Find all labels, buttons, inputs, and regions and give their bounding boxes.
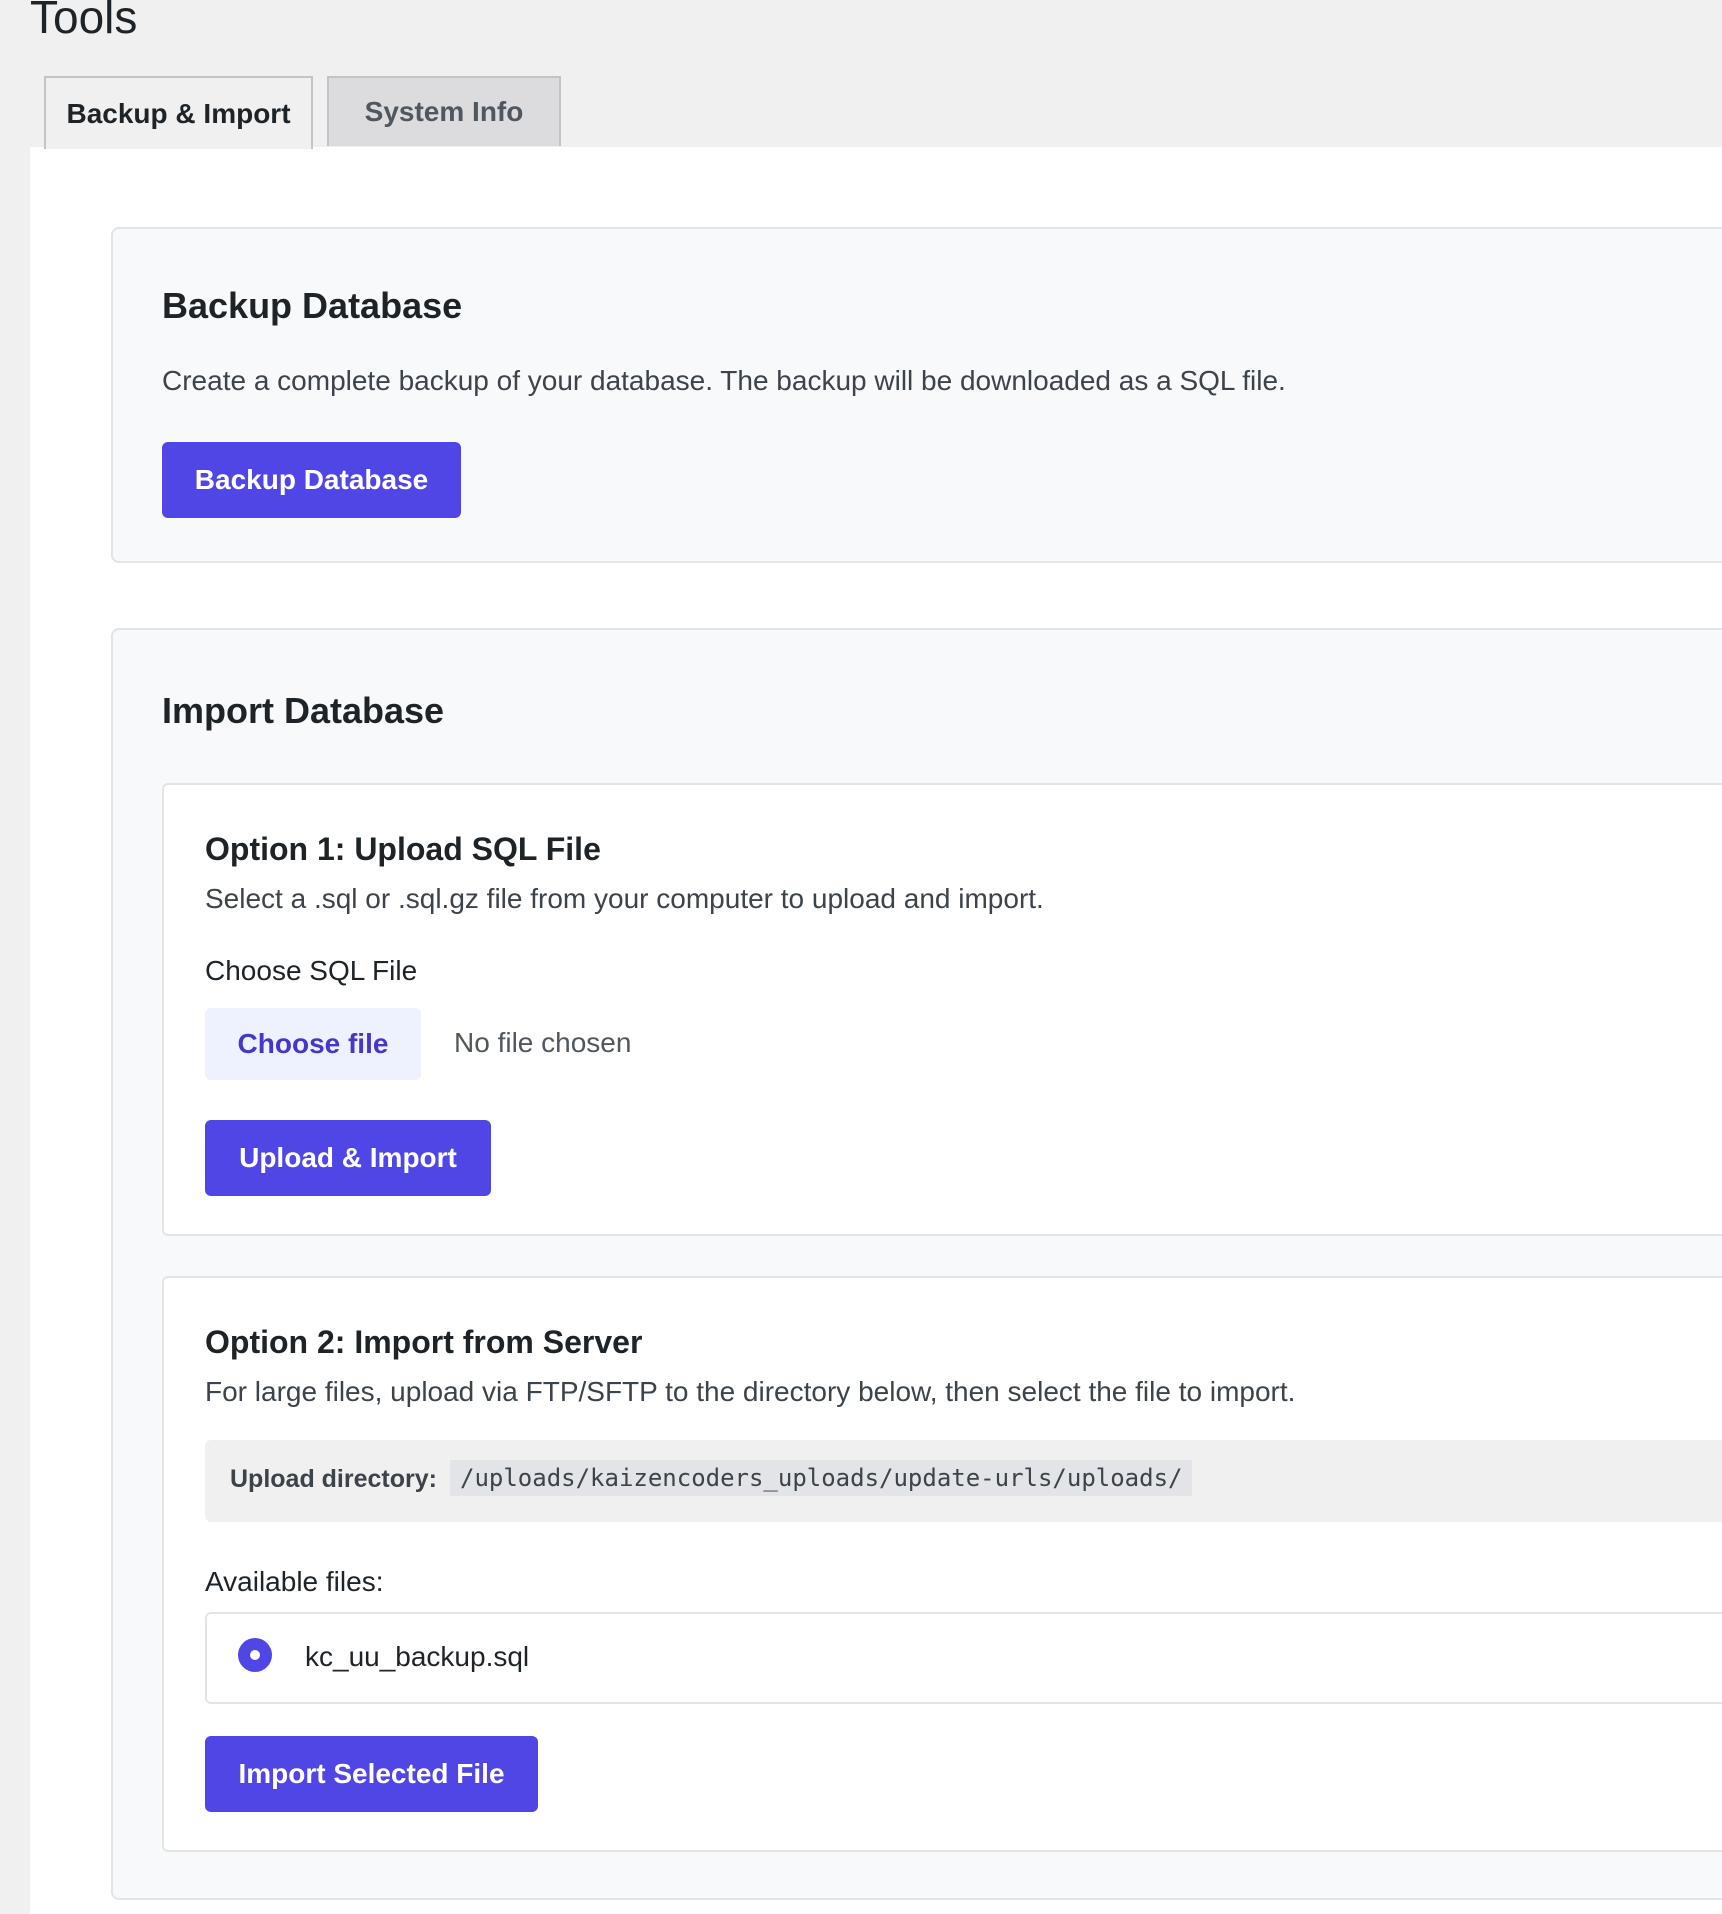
- file-name[interactable]: kc_uu_backup.sql: [305, 1641, 529, 1673]
- backup-heading: Backup Database: [162, 285, 463, 326]
- tab-backup-import[interactable]: Backup & Import: [44, 76, 313, 149]
- choose-file-label: Choose SQL File: [205, 955, 418, 986]
- import-heading: Import Database: [162, 690, 445, 731]
- import-database-card: Import Database Option 1: Upload SQL Fil…: [111, 628, 1722, 1900]
- upload-sql-option: Option 1: Upload SQL File Select a .sql …: [162, 783, 1722, 1236]
- option1-heading: Option 1: Upload SQL File: [205, 831, 601, 867]
- backup-database-button[interactable]: Backup Database: [162, 442, 461, 518]
- option1-description: Select a .sql or .sql.gz file from your …: [205, 883, 1044, 914]
- import-from-server-option: Option 2: Import from Server For large f…: [162, 1276, 1722, 1852]
- choose-file-button[interactable]: Choose file: [205, 1008, 421, 1080]
- available-files-label: Available files:: [205, 1566, 384, 1597]
- option2-heading: Option 2: Import from Server: [205, 1324, 643, 1360]
- tab-content: Backup Database Create a complete backup…: [30, 147, 1722, 1914]
- option2-description: For large files, upload via FTP/SFTP to …: [205, 1376, 1296, 1407]
- tab-system-info[interactable]: System Info: [327, 76, 561, 146]
- import-selected-file-button[interactable]: Import Selected File: [205, 1736, 538, 1812]
- upload-directory-box: Upload directory: /uploads/kaizencoders_…: [205, 1440, 1722, 1522]
- file-status-text: No file chosen: [454, 1027, 632, 1058]
- backup-database-card: Backup Database Create a complete backup…: [111, 227, 1722, 563]
- file-list: kc_uu_backup.sql: [205, 1612, 1722, 1704]
- page-title: Tools: [30, 0, 138, 43]
- upload-directory-label: Upload directory:: [230, 1465, 437, 1493]
- upload-directory-path: /uploads/kaizencoders_uploads/update-url…: [450, 1460, 1193, 1496]
- backup-description: Create a complete backup of your databas…: [162, 365, 1286, 396]
- file-radio-selected[interactable]: [238, 1638, 272, 1672]
- upload-import-button[interactable]: Upload & Import: [205, 1120, 491, 1196]
- tab-bar: Backup & Import System Info: [30, 76, 1722, 149]
